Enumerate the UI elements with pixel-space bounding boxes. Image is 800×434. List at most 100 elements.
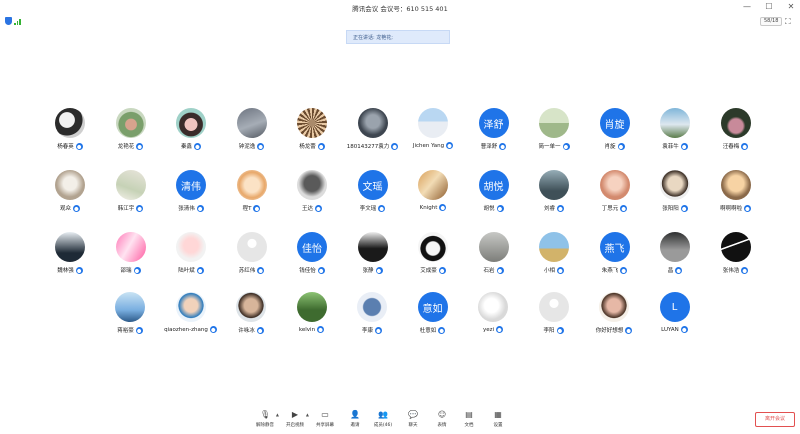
toolbar-label: 表情 bbox=[437, 423, 447, 428]
mic-status-icon: ⬤ bbox=[317, 266, 325, 274]
toolbar-button-settings[interactable]: ▦ 设置 bbox=[484, 410, 512, 432]
participant-tile[interactable]: 啊啊啊啦 ⬤ bbox=[706, 168, 766, 218]
avatar[interactable] bbox=[115, 232, 146, 262]
participant-name: 苏红伟 bbox=[238, 268, 256, 274]
avatar[interactable] bbox=[115, 108, 146, 138]
participant-name: 龙艳花 bbox=[117, 144, 135, 150]
avatar[interactable] bbox=[599, 292, 629, 322]
participant-name: 程T bbox=[242, 206, 252, 212]
avatar[interactable] bbox=[660, 232, 690, 262]
participant-name: 180143277袁力 bbox=[346, 144, 390, 150]
mic-status-icon: ⬤ bbox=[315, 204, 322, 212]
avatar[interactable]: 清伟 bbox=[176, 170, 206, 200]
participant-name: 杨龙蕾 bbox=[299, 144, 316, 150]
avatar[interactable] bbox=[297, 170, 327, 200]
toolbar-button-members[interactable]: 👥 成员(46) bbox=[369, 410, 397, 432]
speaking-banner: 正在讲话: 龙艳花; bbox=[346, 30, 450, 44]
avatar[interactable] bbox=[236, 292, 266, 322]
participant-count[interactable]: 58/18 bbox=[760, 17, 783, 26]
avatar[interactable] bbox=[720, 108, 751, 138]
participant-tile[interactable]: 张伟浩 ⬤ bbox=[706, 230, 766, 280]
avatar[interactable] bbox=[418, 232, 448, 262]
avatar[interactable] bbox=[478, 232, 509, 262]
avatar[interactable] bbox=[175, 292, 206, 322]
toolbar-button-share-screen[interactable]: ▭ 共享屏幕 bbox=[311, 410, 339, 432]
avatar[interactable] bbox=[297, 108, 327, 138]
avatar[interactable] bbox=[296, 292, 327, 322]
avatar[interactable] bbox=[236, 108, 267, 138]
avatar[interactable]: 泽舒 bbox=[478, 108, 509, 138]
avatar[interactable] bbox=[720, 232, 751, 262]
participant-name: 李康 bbox=[361, 328, 373, 334]
avatar[interactable] bbox=[539, 108, 569, 138]
avatar[interactable]: L bbox=[659, 292, 690, 322]
caret-up-icon[interactable]: ▲ bbox=[306, 412, 309, 417]
toolbar-button-emoji[interactable]: ☺ 表情 bbox=[428, 410, 456, 432]
signal-icon[interactable] bbox=[14, 18, 21, 25]
mic-status-icon: ⬤ bbox=[194, 142, 201, 150]
participant-name: 啊啊啊啦 bbox=[719, 206, 742, 212]
meeting-window: 腾讯会议 会议号：610 515 401 — ☐ ✕ 58/18 ⛶ 正在讲话:… bbox=[0, 0, 800, 434]
participant-name: 观众 bbox=[59, 206, 71, 212]
shield-icon[interactable] bbox=[5, 17, 12, 25]
leave-meeting-button[interactable]: 离开会议 bbox=[755, 412, 795, 427]
avatar[interactable] bbox=[236, 232, 267, 262]
avatar[interactable]: 胡悦 bbox=[478, 170, 509, 200]
toolbar-button-invite[interactable]: 👤 邀请 bbox=[341, 410, 369, 432]
mic-status-icon: ⬤ bbox=[625, 326, 633, 334]
avatar[interactable]: 文瑶 bbox=[357, 170, 388, 200]
avatar[interactable] bbox=[357, 108, 388, 138]
avatar[interactable] bbox=[176, 108, 206, 138]
avatar[interactable] bbox=[478, 292, 508, 322]
avatar[interactable] bbox=[55, 108, 85, 138]
toolbar-button-chat[interactable]: 💬 聊天 bbox=[399, 410, 427, 432]
participant-tile[interactable]: L LUYAN ⬤ bbox=[645, 290, 705, 340]
participant-name: 简一单一 bbox=[538, 144, 561, 150]
avatar[interactable] bbox=[55, 232, 85, 262]
avatar[interactable] bbox=[418, 108, 448, 138]
mic-status-icon: ⬤ bbox=[496, 266, 504, 274]
mic-status-icon: ⬤ bbox=[499, 142, 507, 150]
caret-up-icon[interactable]: ▲ bbox=[276, 412, 279, 417]
mic-status-icon: ⬤ bbox=[136, 142, 144, 150]
avatar[interactable] bbox=[660, 108, 690, 138]
toolbar-button-mic-muted[interactable]: 🎙 解除静音 ▲ bbox=[251, 410, 279, 432]
participant-name: LUYAN bbox=[661, 326, 679, 333]
avatar[interactable]: 燕飞 bbox=[599, 232, 630, 262]
info-row: 58/18 ⛶ bbox=[0, 16, 800, 28]
toolbar-button-camera-off[interactable]: ▶ 开启视频 ▲ bbox=[281, 410, 309, 432]
mic-status-icon: ⬤ bbox=[617, 142, 625, 150]
avatar[interactable] bbox=[418, 170, 448, 200]
invite-icon: 👤 bbox=[350, 410, 360, 419]
avatar[interactable] bbox=[539, 232, 569, 262]
participant-name: 钱佳怡 bbox=[299, 268, 316, 274]
avatar[interactable] bbox=[115, 170, 146, 200]
participant-name-row: 汪春梅 ⬤ bbox=[696, 142, 776, 150]
minimize-icon[interactable]: — bbox=[742, 2, 752, 12]
maximize-icon[interactable]: ☐ bbox=[764, 2, 774, 12]
avatar[interactable]: 意如 bbox=[417, 292, 448, 322]
participant-tile[interactable]: 汪春梅 ⬤ bbox=[706, 106, 766, 156]
fullscreen-icon[interactable]: ⛶ bbox=[785, 17, 791, 26]
avatar[interactable] bbox=[357, 232, 388, 262]
avatar[interactable] bbox=[55, 170, 85, 200]
avatar[interactable] bbox=[599, 170, 630, 200]
avatar[interactable] bbox=[236, 170, 267, 200]
toolbar-label: 文档 bbox=[464, 423, 474, 428]
avatar[interactable] bbox=[660, 170, 690, 200]
close-icon[interactable]: ✕ bbox=[786, 2, 796, 12]
participant-name: qiaozhen-zhang bbox=[164, 326, 208, 333]
mic-status-icon: ⬤ bbox=[496, 204, 504, 212]
avatar[interactable] bbox=[357, 292, 387, 322]
mic-status-icon: ⬤ bbox=[741, 266, 749, 274]
avatar[interactable] bbox=[539, 170, 569, 200]
avatar[interactable] bbox=[538, 292, 569, 322]
toolbar-button-document[interactable]: ▤ 文档 bbox=[455, 410, 483, 432]
avatar[interactable]: 肖旋 bbox=[599, 108, 630, 138]
avatar[interactable]: 佳怡 bbox=[297, 232, 327, 262]
avatar[interactable] bbox=[115, 292, 145, 322]
avatar[interactable] bbox=[720, 170, 751, 200]
avatar[interactable] bbox=[176, 232, 206, 262]
participant-name: 许咏冰 bbox=[238, 328, 255, 334]
participant-name: 杜意如 bbox=[419, 328, 437, 334]
